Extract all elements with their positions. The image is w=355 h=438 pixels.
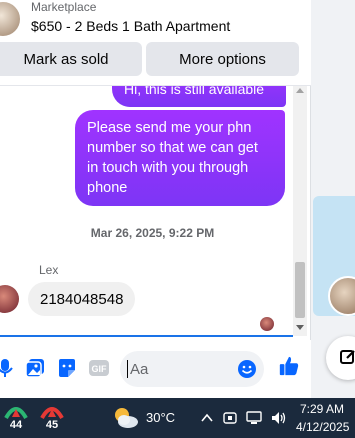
temperature-readout[interactable]: 30°C [146,410,175,425]
photo-icon[interactable] [24,357,46,379]
message-timestamp: Mar 26, 2025, 9:22 PM [90,226,215,240]
outgoing-message[interactable]: Hi, this is still available [112,86,286,107]
compose-icon [340,350,355,364]
message-input[interactable] [120,351,232,387]
scrollbar-thumb[interactable] [295,262,305,318]
like-icon[interactable] [278,355,300,377]
network-icon[interactable] [245,409,263,427]
sender-avatar[interactable] [0,285,19,313]
partly-cloudy-icon[interactable] [112,406,140,430]
sticker-icon[interactable] [56,357,78,379]
listing-source: Marketplace [31,0,97,14]
scrollbar[interactable] [293,86,307,336]
text-caret [127,360,128,378]
listing-title[interactable]: $650 - 2 Beds 1 Bath Apartment [31,18,230,34]
emoji-icon[interactable] [237,359,257,379]
more-options-button[interactable]: More options [146,42,299,76]
chat-header: Marketplace $650 - 2 Beds 1 Bath Apartme… [0,0,311,86]
chevron-up-icon[interactable] [200,409,214,427]
gif-icon[interactable]: GIF [88,357,110,379]
chat-window: Marketplace $650 - 2 Beds 1 Bath Apartme… [0,0,311,398]
app-badge-icon [4,407,28,420]
message-list: Hi, this is still available Please send … [0,86,293,336]
scroll-down-arrow-icon[interactable] [296,325,304,330]
incoming-message[interactable]: 2184048548 [28,282,136,316]
clock-time[interactable]: 7:29 AM [300,402,344,416]
message-composer: GIF [0,340,311,398]
outgoing-message[interactable]: Please send me your phn number so that w… [75,110,285,206]
focus-indicator [0,335,293,337]
app-badge-count: 45 [45,419,59,431]
scroll-up-arrow-icon[interactable] [296,88,304,93]
app-badge-count: 44 [9,419,23,431]
message-input-container[interactable] [120,351,264,387]
sender-name: Lex [39,263,59,277]
listing-thumbnail[interactable] [0,0,22,38]
clock-date[interactable]: 4/12/2025 [296,420,349,434]
app-badge-icon [40,407,64,420]
screen: Marketplace $650 - 2 Beds 1 Bath Apartme… [0,0,355,438]
meet-now-icon[interactable] [222,409,238,427]
taskbar: 44 45 30°C 7:29 AM 4/12/2025 [0,398,355,438]
microphone-icon[interactable] [0,357,16,379]
volume-icon[interactable] [270,409,288,427]
seen-indicator-avatar [260,317,274,331]
taskbar-app-1[interactable]: 44 [3,404,29,432]
taskbar-app-2[interactable]: 45 [39,404,65,432]
mark-as-sold-button[interactable]: Mark as sold [0,42,142,76]
svg-text:GIF: GIF [92,364,108,374]
